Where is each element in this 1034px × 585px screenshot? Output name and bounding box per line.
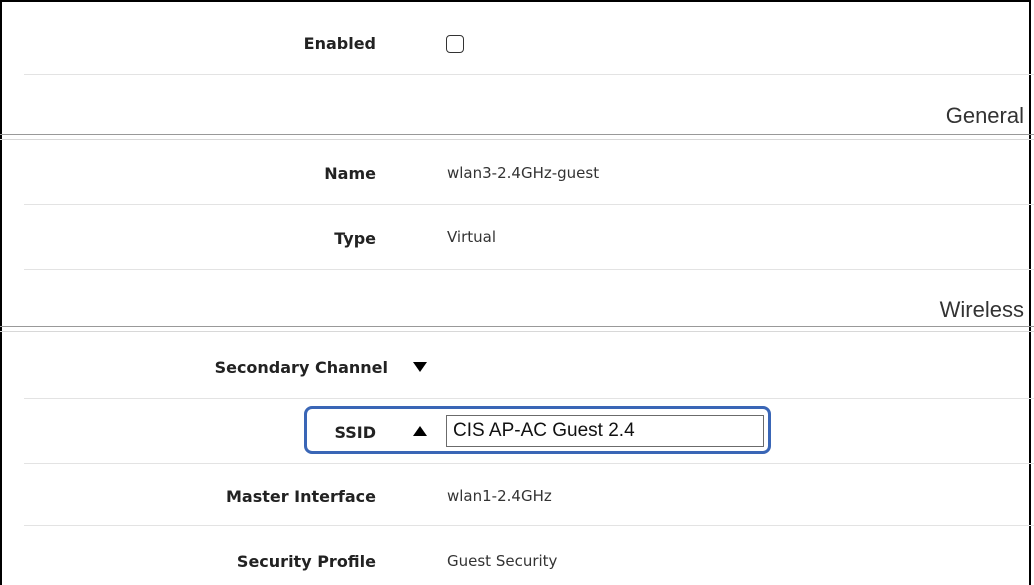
master-interface-row: Master Interface wlan1-2.4GHz bbox=[24, 464, 1034, 526]
general-section-header: General bbox=[0, 74, 1034, 140]
general-section-title: General bbox=[945, 103, 1024, 128]
type-row: Type Virtual bbox=[24, 205, 1034, 270]
name-label: Name bbox=[324, 164, 376, 183]
triangle-down-icon bbox=[413, 362, 427, 372]
name-row: Name wlan3-2.4GHz-guest bbox=[24, 140, 1034, 205]
wireless-section-title: Wireless bbox=[939, 297, 1024, 322]
master-interface-label: Master Interface bbox=[225, 487, 376, 506]
enabled-checkbox[interactable] bbox=[446, 35, 464, 53]
name-value: wlan3-2.4GHz-guest bbox=[447, 164, 600, 182]
secondary-channel-dropdown-button[interactable] bbox=[406, 353, 434, 381]
type-value: Virtual bbox=[447, 228, 497, 246]
type-label: Type bbox=[334, 229, 376, 248]
wireless-section-header: Wireless bbox=[0, 270, 1034, 332]
security-profile-row: Security Profile Guest Security bbox=[24, 526, 1034, 585]
secondary-channel-label: Secondary Channel bbox=[214, 358, 388, 377]
security-profile-label: Security Profile bbox=[236, 552, 376, 571]
ssid-highlight-box bbox=[304, 406, 771, 454]
master-interface-value: wlan1-2.4GHz bbox=[447, 487, 552, 505]
enabled-row: Enabled bbox=[24, 0, 1034, 75]
wireless-section-rule bbox=[0, 326, 1034, 332]
security-profile-value: Guest Security bbox=[447, 552, 558, 570]
secondary-channel-row: Secondary Channel bbox=[24, 333, 1034, 399]
enabled-label: Enabled bbox=[303, 34, 376, 53]
